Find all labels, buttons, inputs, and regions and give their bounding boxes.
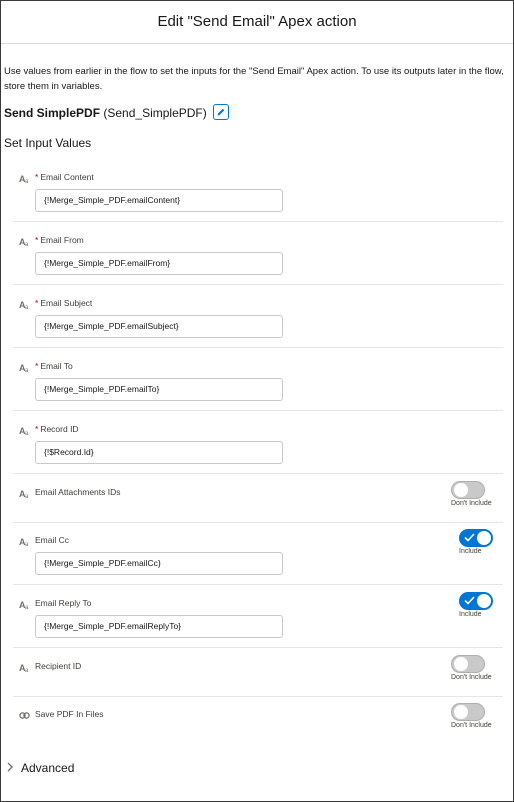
email-content-input[interactable]: {!Merge_Simple_PDF.emailContent} [35,189,283,212]
text-type-icon: Aa [19,426,28,437]
required-marker: * [35,235,39,245]
field-label: * Email Content [35,171,94,184]
divider [13,410,503,411]
divider [13,347,503,348]
required-marker: * [35,361,39,371]
divider [13,473,503,474]
include-toggle[interactable] [451,481,485,499]
include-toggle[interactable] [459,529,493,547]
action-label: Send SimplePDF [4,106,101,120]
toggle-label: Don't Include [451,500,492,507]
field-label-text: Email Subject [40,298,93,308]
divider [13,284,503,285]
text-type-icon: Aa [19,663,28,674]
record-id-input[interactable]: {!$Record.Id} [35,441,283,464]
section-title: Set Input Values [4,136,92,150]
field-label: * Email Subject [35,297,92,310]
divider [13,522,503,523]
required-marker: * [35,172,39,182]
field-label: * Record ID [35,423,79,436]
advanced-section-toggle[interactable]: Advanced [7,761,74,775]
modal-window: Edit "Send Email" Apex action Use values… [0,0,514,802]
pencil-icon [217,108,225,116]
required-marker: * [35,298,39,308]
boolean-type-icon [19,712,30,719]
field-label: * Email From [35,234,84,247]
text-type-icon: Aa [19,537,28,548]
check-icon [464,596,475,605]
email-from-input[interactable]: {!Merge_Simple_PDF.emailFrom} [35,252,283,275]
toggle-knob [454,483,468,497]
field-label: Email Cc [35,535,70,545]
field-label-text: Record ID [40,424,79,434]
divider [13,221,503,222]
toggle-label: Don't Include [451,674,492,681]
chevron-right-icon [7,761,13,775]
divider [13,584,503,585]
email-to-input[interactable]: {!Merge_Simple_PDF.emailTo} [35,378,283,401]
action-api-name: (Send_SimplePDF) [103,106,207,120]
toggle-knob [477,531,491,545]
toggle-label: Include [459,548,482,555]
include-toggle[interactable] [451,703,485,721]
text-type-icon: Aa [19,489,28,500]
field-label: Save PDF In Files [35,709,104,719]
field-label-text: Email From [40,235,84,245]
field-label: Recipient ID [35,661,82,671]
toggle-label: Include [459,611,482,618]
action-name-row: Send SimplePDF (Send_SimplePDF) [4,101,230,121]
field-label: Email Reply To [35,598,92,608]
text-type-icon: Aa [19,300,28,311]
email-reply-to-input[interactable]: {!Merge_Simple_PDF.emailReplyTo} [35,615,283,638]
include-toggle[interactable] [459,592,493,610]
divider [13,647,503,648]
email-subject-input[interactable]: {!Merge_Simple_PDF.emailSubject} [35,315,283,338]
toggle-knob [454,705,468,719]
text-type-icon: Aa [19,237,28,248]
required-marker: * [35,424,39,434]
toggle-label: Don't Include [451,722,492,729]
edit-button[interactable] [213,104,230,120]
toggle-knob [477,594,491,608]
text-type-icon: Aa [19,363,28,374]
intro-text: Use values from earlier in the flow to s… [4,66,504,92]
advanced-label: Advanced [21,761,75,775]
divider [13,696,503,697]
field-label-text: Email Content [40,172,94,182]
text-type-icon: Aa [19,174,28,185]
text-type-icon: Aa [19,600,28,611]
field-label: Email Attachments IDs [35,487,121,497]
toggle-knob [454,657,468,671]
field-label-text: Email To [40,361,73,371]
email-cc-input[interactable]: {!Merge_Simple_PDF.emailCc} [35,552,283,575]
field-label: * Email To [35,360,73,373]
check-icon [464,533,475,542]
modal-header: Edit "Send Email" Apex action [1,1,513,44]
modal-title: Edit "Send Email" Apex action [157,13,357,30]
include-toggle[interactable] [451,655,485,673]
